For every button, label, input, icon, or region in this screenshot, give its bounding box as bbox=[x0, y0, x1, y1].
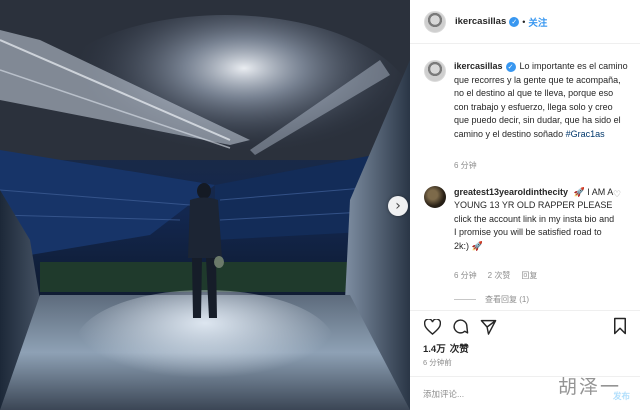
add-comment-bar: 发布 bbox=[410, 376, 640, 410]
commenter-username[interactable]: greatest13yearoldinthecity bbox=[454, 187, 568, 197]
comment-button[interactable] bbox=[450, 317, 470, 337]
likes-label: 次赞 bbox=[449, 344, 469, 355]
caption-username[interactable]: ikercasillas bbox=[454, 61, 503, 71]
stadium-tunnel-image bbox=[0, 0, 410, 410]
comment-likes[interactable]: 2 次赞 bbox=[488, 270, 511, 281]
save-button[interactable] bbox=[612, 317, 632, 337]
like-button[interactable] bbox=[422, 317, 442, 337]
post-photo[interactable]: › bbox=[0, 0, 410, 410]
verified-badge-icon: ✓ bbox=[509, 16, 520, 27]
separator-dot: • bbox=[522, 16, 526, 27]
comment-icon bbox=[452, 319, 468, 334]
follow-button[interactable]: 关注 bbox=[528, 15, 547, 29]
likes-number: 1.4万 bbox=[423, 344, 446, 355]
view-replies-button[interactable]: 查看回复 (1) bbox=[454, 294, 529, 305]
post-header: ikercasillas ✓ • 关注 bbox=[410, 0, 640, 44]
commenter-avatar[interactable] bbox=[424, 186, 446, 208]
comment-input[interactable] bbox=[423, 388, 573, 399]
verified-badge-icon: ✓ bbox=[505, 61, 516, 72]
bookmark-icon bbox=[614, 317, 626, 335]
chevron-right-icon: › bbox=[395, 198, 401, 214]
view-replies-label: 查看回复 (1) bbox=[485, 295, 529, 304]
likes-count[interactable]: 1.4万 次赞 bbox=[423, 341, 469, 355]
heart-icon bbox=[423, 318, 441, 335]
caption-body: ikercasillas ✓ Lo importante es el camino … bbox=[454, 60, 630, 142]
post-comment-button[interactable]: 发布 bbox=[613, 390, 630, 402]
post-timestamp: 6 分钟前 bbox=[423, 358, 452, 367]
caption-hashtag[interactable]: #Grac1as bbox=[566, 129, 605, 139]
caption-time: 6 分钟 bbox=[454, 161, 477, 170]
comment-body: greatest13yearoldinthecity 🚀 I AM A YOUN… bbox=[454, 186, 616, 253]
caption: ikercasillas ✓ Lo importante es el camino … bbox=[424, 60, 630, 142]
comment-like-heart-icon[interactable]: ♡ bbox=[613, 190, 621, 200]
author-avatar[interactable] bbox=[424, 10, 446, 33]
share-button[interactable] bbox=[478, 317, 498, 337]
post-actions bbox=[410, 310, 640, 342]
comment-item: greatest13yearoldinthecity 🚀 I AM A YOUN… bbox=[424, 186, 630, 253]
caption-text: Lo importante es el camino que recorres … bbox=[454, 61, 628, 139]
next-image-button[interactable]: › bbox=[388, 196, 408, 216]
comment-meta: 6 分钟 2 次赞 回复 bbox=[454, 270, 537, 281]
share-icon bbox=[480, 319, 496, 335]
replies-divider bbox=[454, 299, 476, 300]
comment-time: 6 分钟 bbox=[454, 271, 477, 280]
caption-avatar[interactable] bbox=[424, 60, 446, 82]
comment-reply-button[interactable]: 回复 bbox=[521, 270, 537, 281]
author-username[interactable]: ikercasillas bbox=[455, 16, 506, 27]
post-side-panel: ikercasillas ✓ • 关注 ikercasillas ✓ Lo impo… bbox=[410, 0, 640, 410]
